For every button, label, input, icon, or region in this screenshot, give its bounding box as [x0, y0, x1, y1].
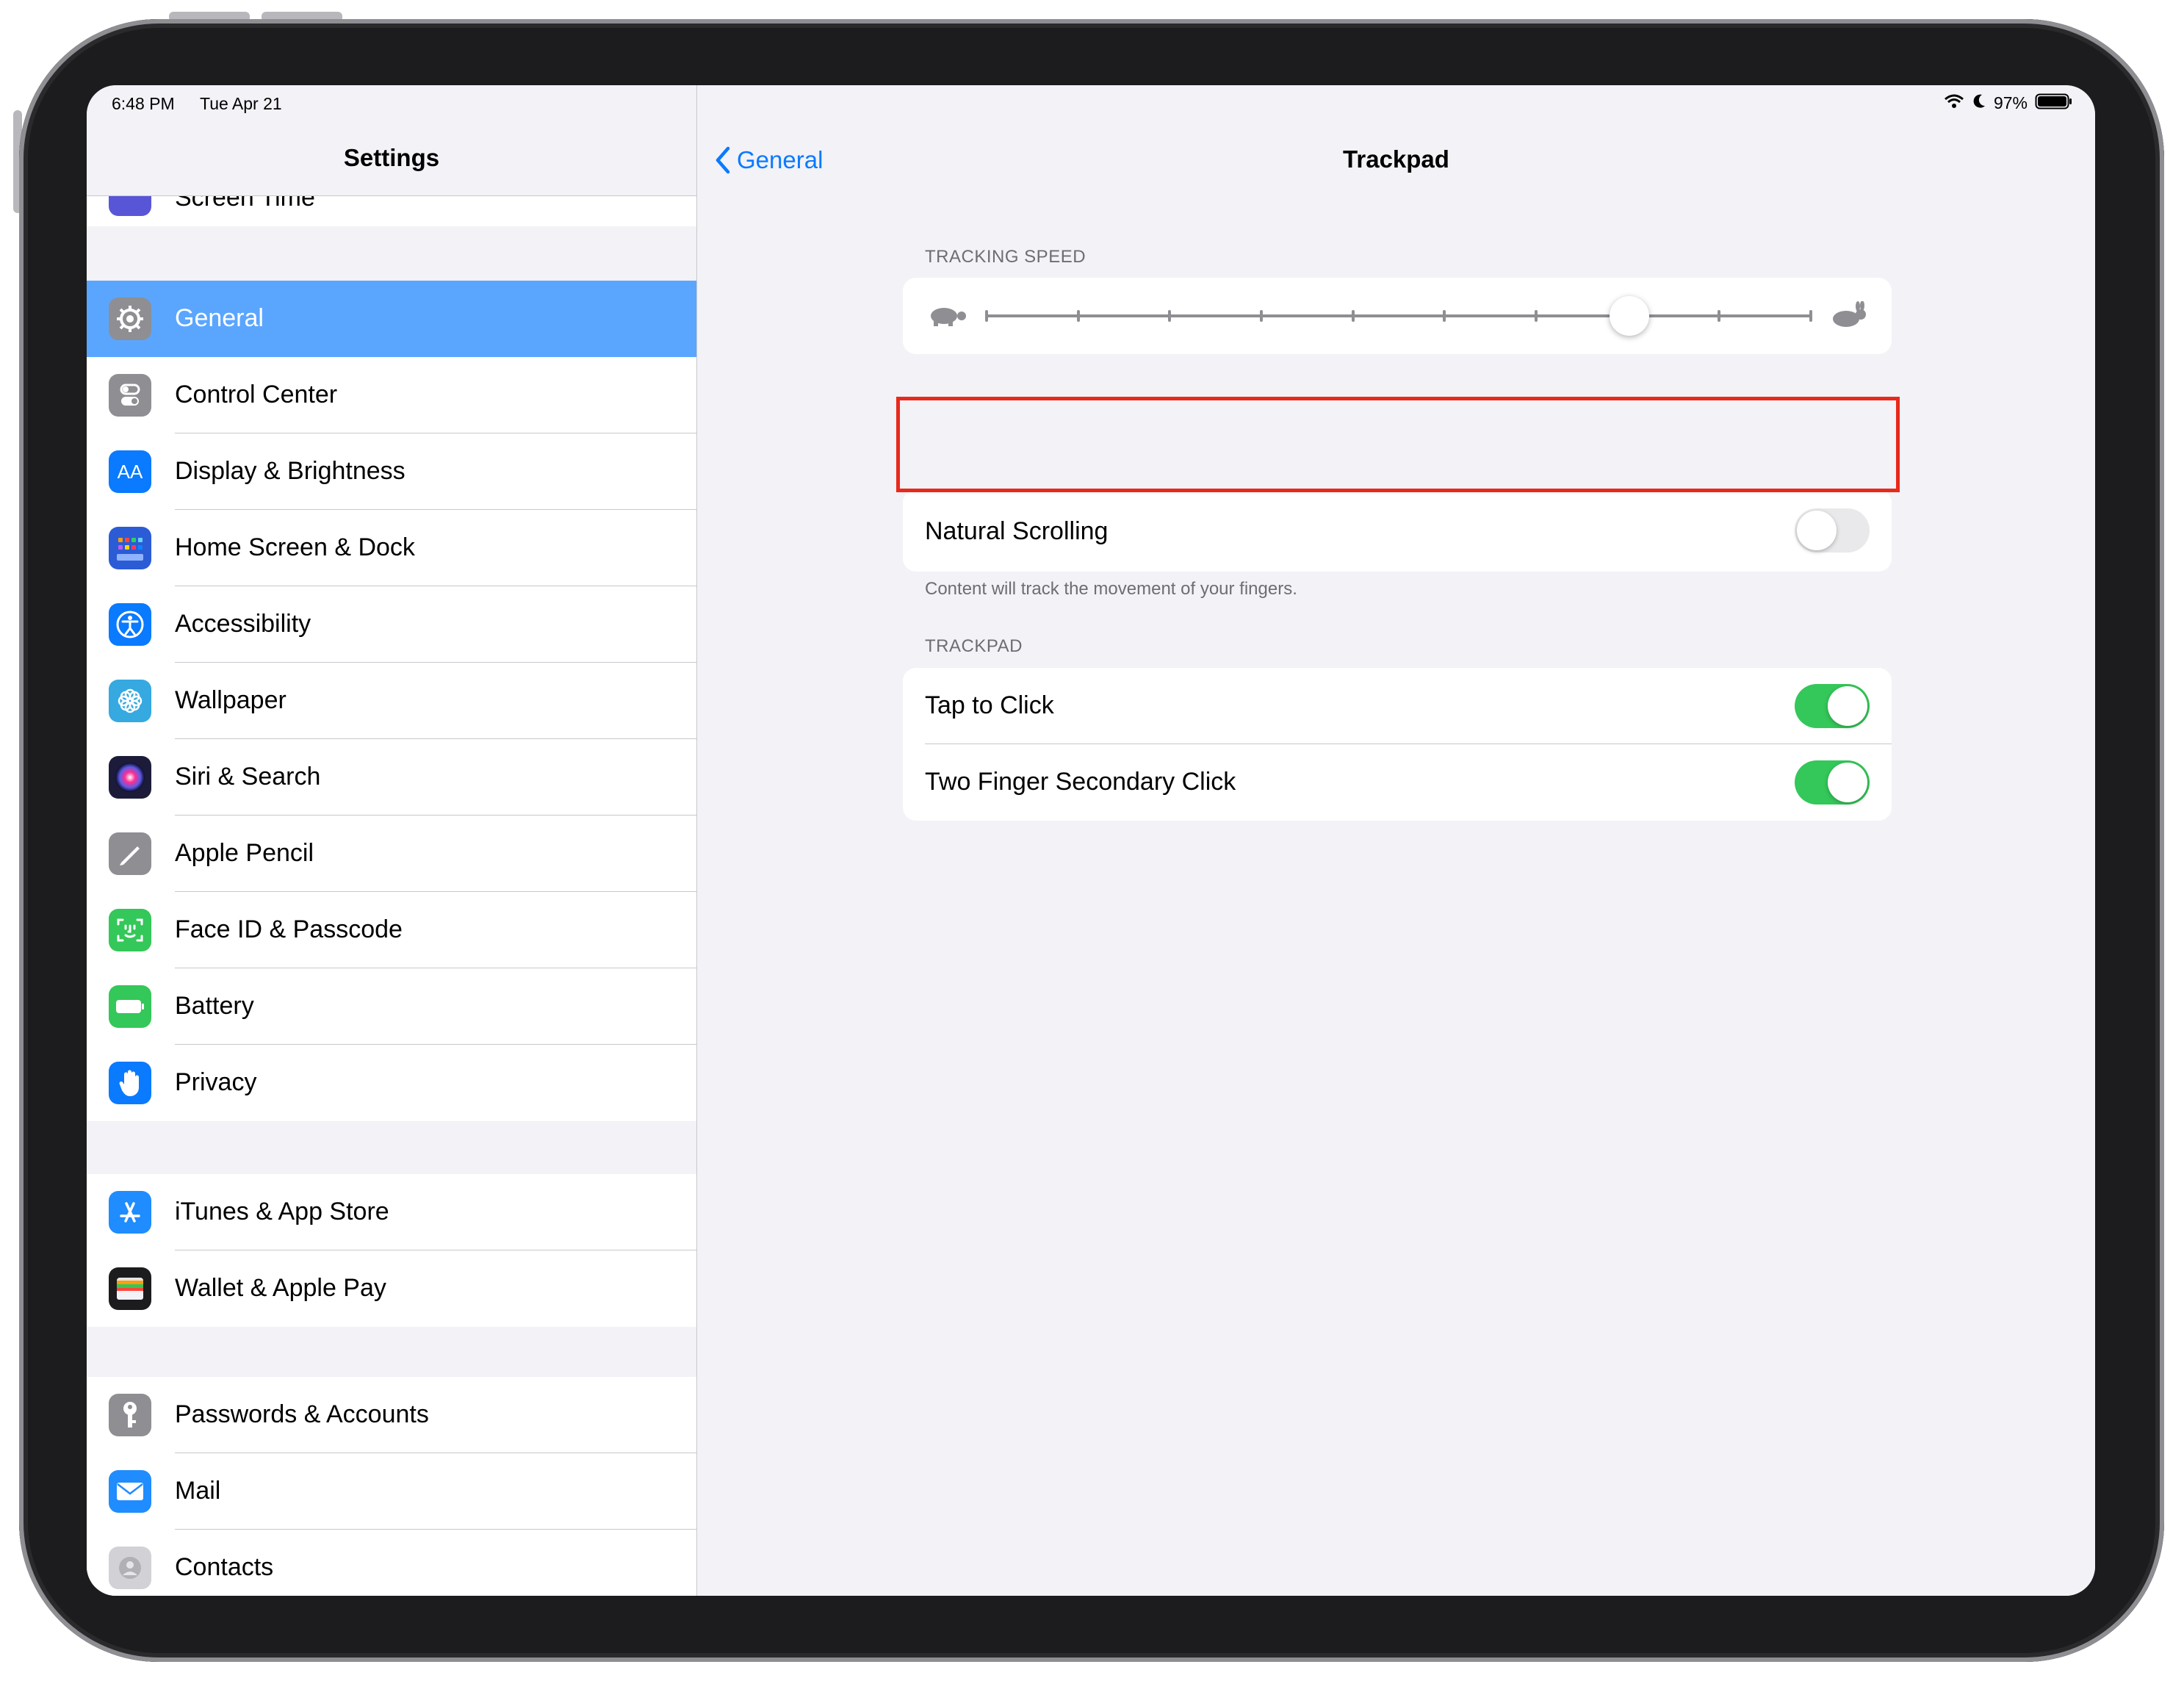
slider-tick — [1076, 310, 1080, 322]
sidebar-item-label: Siri & Search — [175, 763, 321, 791]
toggle-knob — [1828, 763, 1867, 802]
tap-to-click-label: Tap to Click — [925, 691, 1054, 719]
sidebar-item-label: General — [175, 304, 264, 332]
sidebar-item-display-brightness[interactable]: AA Display & Brightness — [87, 433, 696, 510]
tap-to-click-toggle[interactable] — [1795, 684, 1870, 728]
sidebar-item-contacts[interactable]: Contacts — [87, 1530, 696, 1596]
flower-icon — [109, 680, 151, 722]
wifi-icon — [1944, 93, 1964, 113]
sidebar-item-label: Battery — [175, 992, 254, 1020]
slider-tick — [1351, 310, 1355, 322]
natural-scrolling-row: Natural Scrolling — [903, 489, 1892, 572]
sidebar-item-apple-pencil[interactable]: Apple Pencil — [87, 816, 696, 892]
app-store-icon — [109, 1191, 151, 1234]
key-icon — [109, 1394, 151, 1436]
battery-percent: 97% — [1993, 93, 2028, 112]
secondary-click-toggle[interactable] — [1795, 760, 1870, 804]
sidebar-item-label: Privacy — [175, 1068, 257, 1096]
sidebar-item-label: Apple Pencil — [175, 839, 314, 867]
sidebar-item-control-center[interactable]: Control Center — [87, 357, 696, 433]
sidebar-item-passwords-accounts[interactable]: Passwords & Accounts — [87, 1377, 696, 1453]
sidebar-item-battery[interactable]: Battery — [87, 968, 696, 1045]
settings-sidebar: 6:48 PM Tue Apr 21 Settings Screen Time … — [87, 85, 697, 1596]
ipad-screen: 6:48 PM Tue Apr 21 Settings Screen Time … — [87, 85, 2095, 1596]
accessibility-icon — [109, 603, 151, 646]
sidebar-item-home-screen-dock[interactable]: Home Screen & Dock — [87, 510, 696, 586]
gear-icon — [109, 298, 151, 340]
trackpad-card: Tap to Click Two Finger Secondary Click — [903, 668, 1892, 821]
sidebar-item-label: Home Screen & Dock — [175, 533, 415, 561]
sidebar-item-label: iTunes & App Store — [175, 1198, 389, 1225]
sidebar-group-3: Passwords & Accounts Mail Contacts — [87, 1377, 696, 1596]
sidebar-item-itunes-app-store[interactable]: iTunes & App Store — [87, 1174, 696, 1250]
sidebar-item-wallet-apple-pay[interactable]: Wallet & Apple Pay — [87, 1250, 696, 1327]
tracking-speed-card — [903, 278, 1892, 354]
sidebar-item-screen-time[interactable]: Screen Time — [87, 195, 696, 226]
status-date: Tue Apr 21 — [200, 94, 282, 113]
natural-scrolling-toggle[interactable] — [1795, 508, 1870, 552]
sidebar-item-privacy[interactable]: Privacy — [87, 1045, 696, 1121]
natural-scrolling-footer: Content will track the movement of your … — [925, 579, 1297, 599]
siri-icon — [109, 756, 151, 799]
rabbit-icon — [1828, 300, 1870, 334]
trackpad-header: TRACKPAD — [925, 636, 1023, 656]
mail-icon — [109, 1470, 151, 1513]
sidebar-item-siri-search[interactable]: Siri & Search — [87, 739, 696, 816]
natural-scrolling-label: Natural Scrolling — [925, 517, 1109, 545]
sidebar-item-label: Screen Time — [175, 195, 315, 212]
sidebar-item-wallpaper[interactable]: Wallpaper — [87, 663, 696, 739]
battery-icon — [109, 985, 151, 1028]
sidebar-item-general[interactable]: General — [87, 281, 696, 357]
slider-tick — [1809, 310, 1812, 322]
sidebar-item-mail[interactable]: Mail — [87, 1453, 696, 1530]
contacts-icon — [109, 1547, 151, 1589]
slider-tick — [1443, 310, 1446, 322]
header-divider — [87, 195, 696, 196]
toggle-knob — [1797, 511, 1837, 550]
tracking-speed-track[interactable] — [987, 314, 1811, 317]
slider-tick — [1718, 310, 1721, 322]
status-indicators: 97% — [1944, 93, 2073, 114]
sidebar-item-label: Passwords & Accounts — [175, 1400, 429, 1428]
natural-scrolling-card: Natural Scrolling — [903, 489, 1892, 572]
hand-icon — [109, 1062, 151, 1104]
sidebar-item-face-id-passcode[interactable]: Face ID & Passcode — [87, 892, 696, 968]
secondary-click-row: Two Finger Secondary Click — [903, 744, 1892, 821]
sidebar-item-label: Wallet & Apple Pay — [175, 1274, 386, 1302]
pencil-icon — [109, 832, 151, 875]
secondary-click-label: Two Finger Secondary Click — [925, 768, 1236, 796]
slider-tick — [1168, 310, 1172, 322]
trackpad-pane: 97% General Trackpad TRACKING SPEED Natu… — [697, 85, 2095, 1596]
sidebar-group-1: General Control Center AA Display & Brig… — [87, 281, 696, 1121]
text-size-icon: AA — [109, 450, 151, 493]
moon-icon — [1972, 93, 1986, 113]
battery-status-icon — [2035, 93, 2073, 114]
sidebar-item-label: Contacts — [175, 1553, 274, 1581]
status-time: 6:48 PM — [112, 94, 175, 113]
sidebar-item-label: Wallpaper — [175, 686, 286, 714]
wallet-icon — [109, 1267, 151, 1310]
toggle-knob — [1828, 686, 1867, 726]
tap-to-click-row: Tap to Click — [903, 668, 1892, 744]
sidebar-group-2: iTunes & App Store Wallet & Apple Pay — [87, 1174, 696, 1327]
sidebar-item-label: Accessibility — [175, 610, 311, 638]
slider-tick — [985, 310, 988, 322]
tracking-speed-slider-thumb[interactable] — [1610, 296, 1650, 336]
switches-icon — [109, 374, 151, 417]
sidebar-item-label: Mail — [175, 1477, 221, 1505]
sidebar-item-label: Control Center — [175, 381, 338, 408]
app-grid-icon — [109, 527, 151, 569]
highlight-box — [896, 397, 1900, 492]
page-title: Trackpad — [1343, 145, 1449, 173]
sidebar-item-label: Face ID & Passcode — [175, 915, 403, 943]
face-id-icon — [109, 909, 151, 951]
slider-tick — [1260, 310, 1263, 322]
sidebar-item-accessibility[interactable]: Accessibility — [87, 586, 696, 663]
slider-tick — [1535, 310, 1538, 322]
tracking-speed-header: TRACKING SPEED — [925, 247, 1086, 267]
turtle-icon — [925, 303, 969, 333]
sidebar-title: Settings — [343, 144, 440, 171]
sidebar-item-label: Display & Brightness — [175, 457, 406, 485]
hourglass-icon — [109, 195, 151, 216]
